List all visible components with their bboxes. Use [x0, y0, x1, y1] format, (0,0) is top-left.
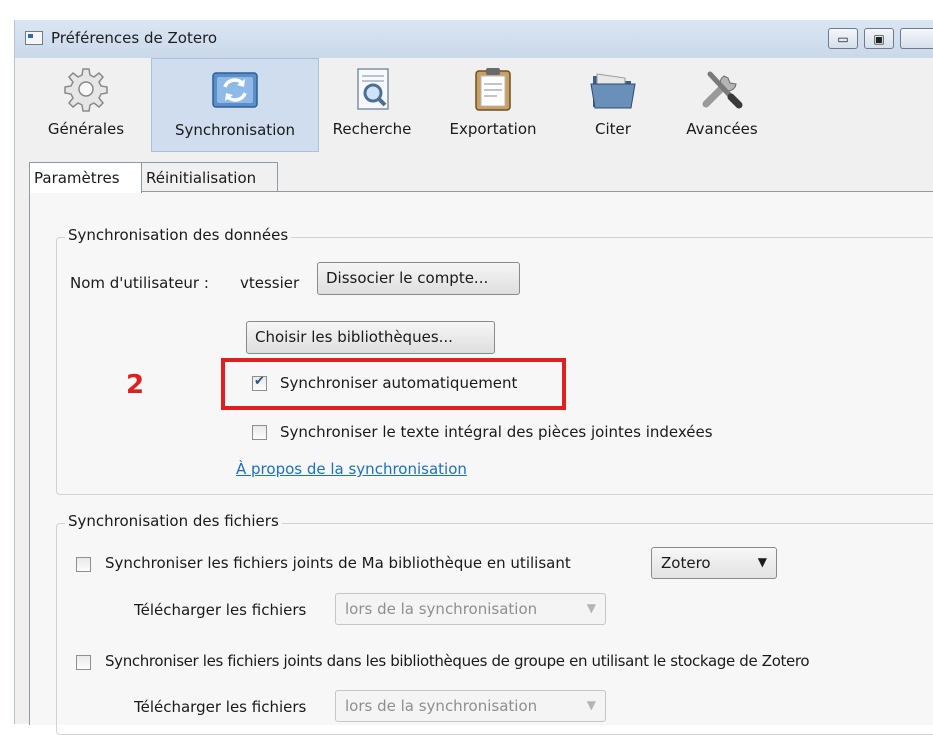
tab-parametres[interactable]: Paramètres — [29, 162, 142, 193]
window-title: Préférences de Zotero — [51, 29, 218, 47]
preferences-toolbar: Générales Synchronisation Recherche Expo… — [15, 58, 933, 152]
sync-icon — [212, 72, 258, 108]
file-sync-service-select[interactable]: Zotero ▼ — [651, 547, 777, 579]
minimize-icon: ▭ — [837, 31, 849, 46]
tab-label-parametres: Paramètres — [34, 169, 120, 187]
toolbar-label-sync: Synchronisation — [174, 121, 296, 139]
data-sync-legend: Synchronisation des données — [65, 226, 292, 244]
tools-icon — [702, 71, 743, 109]
unlink-account-label: Dissocier le compte... — [326, 269, 489, 287]
folder-icon — [590, 73, 636, 109]
title-bar: Préférences de Zotero ▭ ▣ — [15, 20, 933, 58]
my-library-file-sync-label[interactable]: Synchroniser les fichiers joints de Ma b… — [105, 554, 571, 572]
toolbar-export[interactable]: Exportation — [435, 58, 551, 152]
highlight-box — [221, 358, 566, 410]
download-files-value-1: lors de la synchronisation — [345, 600, 538, 618]
toolbar-advanced[interactable]: Avancées — [673, 58, 771, 152]
settings-panel: Synchronisation des données Nom d'utilis… — [29, 191, 933, 735]
fulltext-sync-checkbox[interactable] — [252, 425, 267, 440]
step-number: 2 — [126, 370, 145, 400]
toolbar-label-cite: Citer — [595, 120, 631, 138]
choose-libraries-label: Choisir les bibliothèques... — [255, 328, 453, 346]
download-files-select-1[interactable]: lors de la synchronisation ▼ — [335, 593, 606, 625]
username-value: vtessier — [240, 274, 300, 292]
fulltext-sync-label[interactable]: Synchroniser le texte intégral des pièce… — [280, 423, 713, 441]
search-document-icon — [357, 68, 389, 110]
download-files-select-2[interactable]: lors de la synchronisation ▼ — [335, 690, 606, 722]
app-window-icon — [25, 31, 43, 45]
about-sync-link[interactable]: À propos de la synchronisation — [236, 460, 467, 478]
dropdown-arrow-icon: ▼ — [757, 555, 767, 569]
file-sync-service-value: Zotero — [661, 554, 711, 572]
toolbar-label-advanced: Avancées — [686, 120, 758, 138]
toolbar-label-export: Exportation — [449, 120, 537, 138]
toolbar-general[interactable]: Générales — [37, 58, 135, 152]
download-files-label-1: Télécharger les fichiers — [134, 601, 307, 619]
maximize-icon: ▣ — [873, 31, 885, 46]
file-sync-legend: Synchronisation des fichiers — [65, 512, 282, 530]
group-file-sync-label[interactable]: Synchroniser les fichiers joints dans le… — [105, 652, 810, 670]
dropdown-arrow-icon: ▼ — [586, 601, 596, 615]
toolbar-label-general: Générales — [47, 120, 125, 138]
group-file-sync-checkbox[interactable] — [76, 655, 91, 670]
toolbar-sync[interactable]: Synchronisation — [151, 58, 319, 152]
minimize-button[interactable]: ▭ — [828, 28, 858, 49]
toolbar-search[interactable]: Recherche — [323, 58, 421, 152]
my-library-file-sync-checkbox[interactable] — [76, 557, 91, 572]
choose-libraries-button[interactable]: Choisir les bibliothèques... — [246, 321, 495, 354]
download-files-value-2: lors de la synchronisation — [345, 697, 538, 715]
unlink-account-button[interactable]: Dissocier le compte... — [317, 262, 520, 295]
username-label: Nom d'utilisateur : — [70, 274, 209, 292]
dropdown-arrow-icon: ▼ — [586, 698, 596, 712]
gear-icon — [64, 68, 108, 112]
toolbar-cite[interactable]: Citer — [572, 58, 654, 152]
maximize-button[interactable]: ▣ — [864, 28, 894, 49]
download-files-label-2: Télécharger les fichiers — [134, 698, 307, 716]
clipboard-icon — [475, 68, 511, 111]
toolbar-label-search: Recherche — [332, 120, 412, 138]
tab-reinitialisation[interactable]: Réinitialisation — [141, 162, 278, 192]
close-button[interactable] — [900, 28, 933, 49]
tab-label-reinitialisation: Réinitialisation — [146, 169, 257, 187]
